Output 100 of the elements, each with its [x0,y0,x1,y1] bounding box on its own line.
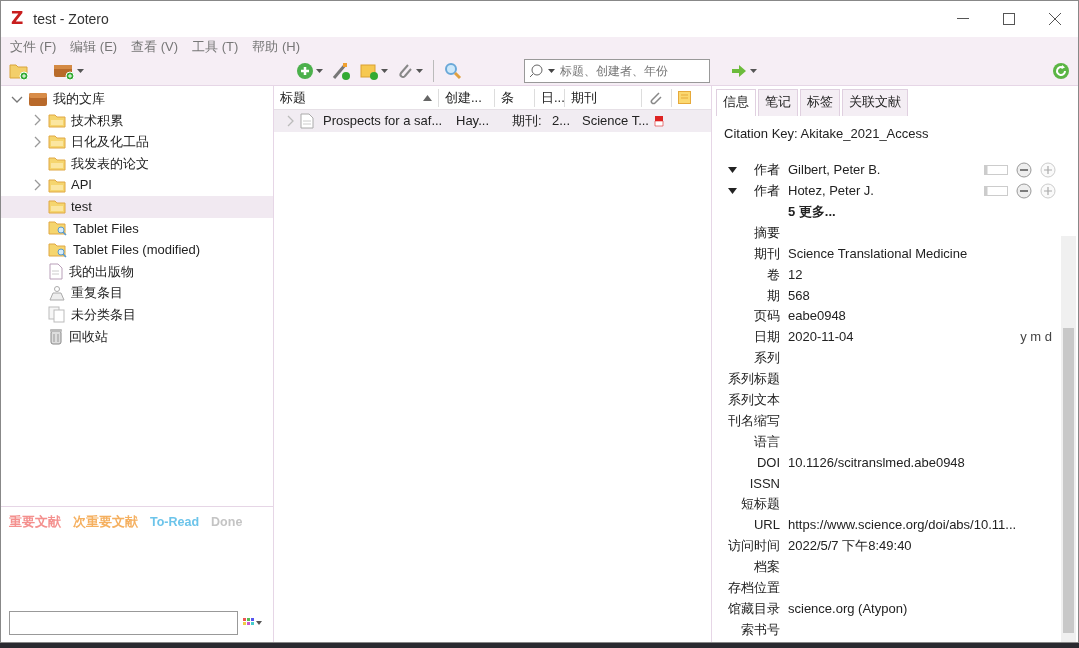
documents-icon [48,306,66,324]
name-mode-toggle[interactable] [984,164,1008,175]
remove-icon[interactable] [1016,182,1032,199]
collection-item[interactable]: 未分类条目 [1,303,273,326]
table-cell-text: 期刊: [511,112,543,131]
field-value[interactable]: 2022/5/7 下午8:49:40 [788,536,912,556]
tab[interactable]: 笔记 [758,89,798,116]
search-icon [444,61,462,80]
field-label: 页码 [753,307,781,326]
table-row[interactable]: Prospects for a saf... Hay... 期刊: 2... Science T... [274,110,711,132]
document-icon [48,263,64,281]
minimize-icon [957,18,969,20]
folder-icon [48,134,66,150]
field-label: 摘要 [753,223,781,242]
color-grid-icon [243,618,263,628]
field-value[interactable]: science.org (Atypon) [788,598,908,619]
caret-icon [77,68,84,73]
library-icon [28,90,48,107]
document-icon [300,113,314,129]
menu-item[interactable]: 工具 (T) [192,36,239,57]
field-label: 系列文本 [727,391,781,409]
collection-item[interactable]: 我的出版物 [1,260,273,283]
remove-icon[interactable] [1016,161,1032,178]
close-icon [1049,13,1061,25]
field-label: 作者 [754,161,780,180]
menu-item[interactable]: 帮助 (H) [252,36,300,57]
caret-icon [750,68,757,73]
tag-filter-field[interactable] [9,611,238,635]
new-item-icon [296,61,314,80]
column-header[interactable]: 期刊 [565,88,642,107]
add-icon[interactable] [1040,161,1056,178]
new-collection-icon [9,61,29,80]
expand-icon[interactable] [286,115,296,127]
table-cell-text: 2... [551,112,572,131]
field-label: 访问时间 [727,537,781,556]
field-label: 日期 [753,328,781,347]
maximize-icon [1003,13,1015,25]
name-mode-toggle[interactable] [984,185,1008,196]
field-label: 期刊 [753,244,781,263]
field-label: ISSN [748,474,781,493]
scrollbar[interactable] [1061,236,1076,642]
tab[interactable]: 标签 [800,89,840,116]
column-header[interactable]: 条 [495,88,535,107]
field-value[interactable]: 12 [788,264,803,285]
table-cell-text: Prospects for a saf... [322,112,444,131]
caret-icon [316,68,323,73]
new-note-icon [359,61,379,80]
pdf-icon[interactable] [654,115,664,127]
field-value[interactable]: Science Translational Medicine [788,243,968,264]
collection-item[interactable]: test [1,195,273,218]
field-label: 系列标题 [727,370,781,389]
field-label: URL [753,516,781,535]
column-header[interactable]: 日... [535,88,565,107]
field-label: 档案 [753,558,781,577]
dropdown-icon[interactable] [728,166,737,173]
field-label: 短标题 [740,495,781,514]
person-icon [48,284,66,302]
collection-item[interactable]: API [1,174,273,196]
date-format-hint: y m d [1020,328,1052,347]
field-value[interactable]: eabe0948 [788,306,846,326]
field-value[interactable]: Gilbert, Peter B. [788,160,984,180]
collection-item[interactable]: Tablet Files [1,217,273,240]
field-value[interactable]: 2020-11-04 [788,327,854,347]
field-label: 刊名缩写 [727,411,781,430]
menu-item[interactable]: 编辑 (E) [70,36,118,57]
field-value[interactable]: Hotez, Peter J. [788,181,984,201]
search-folder-icon [48,241,68,258]
more-authors-link[interactable]: 5 更多... [788,201,1056,222]
dropdown-icon[interactable] [728,187,737,194]
folder-icon [48,156,66,172]
search-folder-icon [48,220,68,237]
caret-icon [381,68,388,73]
trash-icon [48,327,64,345]
collection-item[interactable]: 日化及化工品 [1,131,273,153]
paperclip-icon [648,90,662,105]
caret-icon [416,68,423,73]
field-value[interactable]: https://www.science.org/doi/abs/10.11... [788,515,1017,535]
app-logo: Z [11,7,24,31]
field-label: DOI [755,453,781,472]
field-label: 存档位置 [727,579,781,597]
collection-item[interactable]: 我的文库 [1,88,273,110]
collection-item[interactable]: Tablet Files (modified) [1,239,273,261]
field-value[interactable]: 10.1126/scitranslmed.abe0948 [788,452,965,473]
menu-item[interactable]: 查看 (V) [131,36,179,57]
collection-item[interactable]: 技术积累 [1,109,273,132]
field-label: 卷 [766,265,781,284]
table-cell-text: Hay... [455,112,490,131]
add-icon[interactable] [1040,182,1056,199]
collection-item[interactable]: 重复条目 [1,282,273,304]
collection-item[interactable]: 回收站 [1,325,273,348]
column-header[interactable]: 标题 [274,88,439,107]
tab[interactable]: 信息 [716,89,756,116]
column-header[interactable]: 创建... [439,88,495,107]
field-value[interactable]: 568 [788,285,810,306]
field-label: 期 [766,286,781,305]
collection-item[interactable]: 我发表的论文 [1,152,273,175]
tab[interactable]: 关联文献 [842,89,908,116]
menu-item[interactable]: 文件 (F) [10,36,57,57]
sync-icon [1052,61,1070,80]
magic-wand-icon [331,61,351,80]
